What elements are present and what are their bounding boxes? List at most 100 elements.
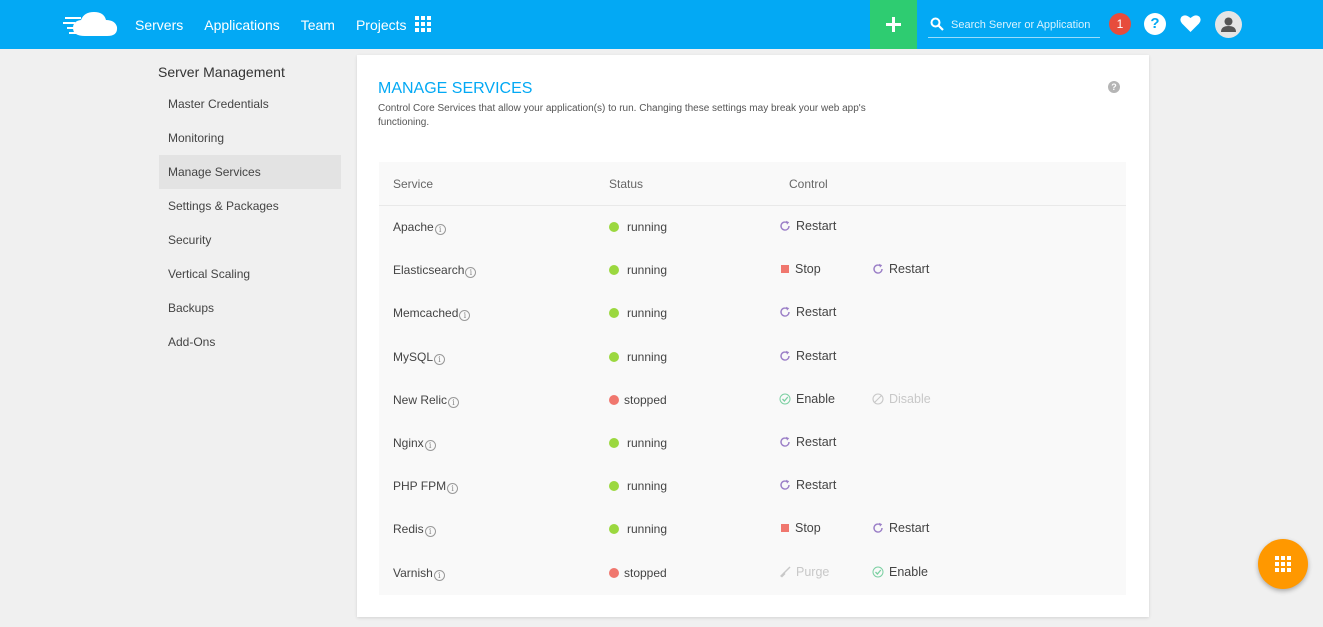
heart-icon[interactable] [1180, 14, 1201, 33]
info-icon[interactable]: i [434, 353, 446, 365]
table-body: Apache i running Restart Elasticsearch i runni… [379, 206, 1126, 595]
info-icon[interactable]: i [459, 310, 471, 322]
column-header-status: Status [609, 177, 644, 191]
plus-icon [886, 17, 901, 32]
service-status: stopped [609, 566, 667, 580]
status-running-dot-icon [609, 351, 619, 362]
notification-badge[interactable]: 1 [1109, 13, 1131, 35]
purge-icon [779, 566, 791, 578]
status-label: running [627, 349, 668, 364]
stop-button[interactable]: Stop [779, 521, 821, 535]
enable-button[interactable]: Enable [872, 565, 928, 579]
restart-button[interactable]: Restart [779, 305, 836, 319]
search-input[interactable] [951, 15, 1099, 35]
info-icon[interactable]: i [433, 569, 445, 581]
info-icon[interactable]: i [424, 526, 436, 538]
restart-icon [779, 350, 791, 362]
restart-label: Restart [796, 348, 837, 363]
service-row-redis: Redis i running Stop Restart [379, 508, 1126, 551]
nav-servers[interactable]: Servers [135, 17, 183, 33]
sidebar-item-master-credentials[interactable]: Master Credentials [159, 87, 341, 121]
avatar[interactable] [1215, 11, 1242, 38]
restart-button[interactable]: Restart [779, 478, 836, 492]
stop-label: Stop [795, 262, 821, 277]
status-running-dot-icon [609, 524, 619, 535]
enable-button[interactable]: Enable [779, 392, 835, 406]
sidebar-item-add-ons[interactable]: Add-Ons [159, 325, 341, 359]
sidebar-item-monitoring[interactable]: Monitoring [159, 121, 341, 155]
service-status: running [609, 263, 667, 277]
top-bar: Servers Applications Team Projects 1 ? [0, 0, 1323, 49]
restart-label: Restart [889, 262, 930, 277]
status-stopped-dot-icon [609, 394, 619, 405]
sidebar-title: Server Management [158, 64, 285, 80]
service-name-label: New Relic [393, 392, 448, 407]
stop-button[interactable]: Stop [779, 262, 821, 276]
status-running-dot-icon [609, 437, 619, 448]
sidebar-item-backups[interactable]: Backups [159, 291, 341, 325]
restart-button[interactable]: Restart [779, 435, 836, 449]
cloudways-logo-icon[interactable] [63, 10, 119, 38]
nav-applications[interactable]: Applications [204, 17, 280, 33]
status-running-dot-icon [609, 265, 619, 276]
service-row-memcached: Memcached i running Restart [379, 292, 1126, 335]
service-row-nginx: Nginx i running Restart [379, 422, 1126, 465]
sidebar-menu: Master Credentials Monitoring Manage Ser… [159, 87, 341, 359]
restart-button[interactable]: Restart [779, 219, 836, 233]
restart-label: Restart [796, 305, 837, 320]
page-description: Control Core Services that allow your ap… [378, 103, 866, 128]
restart-icon [872, 263, 884, 275]
sidebar-item-security[interactable]: Security [159, 223, 341, 257]
service-name: PHP FPM i [393, 479, 459, 495]
purge-label: Purge [796, 564, 830, 579]
nav-team[interactable]: Team [301, 17, 335, 33]
restart-label: Restart [796, 434, 837, 449]
sidebar-item-vertical-scaling[interactable]: Vertical Scaling [159, 257, 341, 291]
status-stopped-dot-icon [609, 567, 619, 578]
info-icon[interactable]: i [465, 267, 477, 279]
table-header: Service Status Control [379, 162, 1126, 206]
add-button[interactable] [870, 0, 917, 49]
service-row-varnish: Varnish i stopped Purge Enable [379, 552, 1126, 595]
status-label: stopped [624, 565, 667, 580]
info-icon[interactable]: i [448, 396, 460, 408]
service-name-label: Memcached [393, 306, 459, 321]
service-name: Redis i [393, 522, 436, 538]
service-name-label: Elasticsearch [393, 263, 465, 278]
restart-button[interactable]: Restart [872, 521, 929, 535]
restart-button[interactable]: Restart [779, 349, 836, 363]
status-running-dot-icon [609, 222, 619, 232]
info-icon[interactable]: i [434, 224, 446, 235]
service-status: running [609, 350, 667, 364]
enable-icon [779, 393, 791, 405]
help-icon[interactable]: ? [1108, 81, 1120, 93]
service-status: running [609, 522, 667, 536]
sidebar-item-settings-packages[interactable]: Settings & Packages [159, 189, 341, 223]
service-row-php-fpm: PHP FPM i running Restart [379, 465, 1126, 508]
status-running-dot-icon [609, 481, 619, 492]
stop-icon [781, 524, 789, 533]
service-name-label: MySQL [393, 349, 434, 364]
restart-label: Restart [796, 219, 837, 233]
restart-icon [872, 522, 884, 534]
info-icon[interactable]: i [424, 439, 436, 451]
enable-icon [872, 566, 884, 578]
restart-icon [779, 479, 791, 491]
floating-apps-button[interactable] [1258, 539, 1308, 589]
nav-projects[interactable]: Projects [356, 17, 407, 33]
restart-button[interactable]: Restart [872, 262, 929, 276]
sidebar-item-manage-services[interactable]: Manage Services [159, 155, 341, 189]
enable-label: Enable [889, 564, 928, 579]
service-name: Apache i [393, 220, 446, 235]
user-icon [1221, 17, 1236, 32]
info-icon[interactable]: i [447, 483, 459, 495]
status-label: running [627, 263, 668, 278]
service-status: running [609, 479, 667, 493]
status-label: stopped [624, 392, 667, 407]
service-status: stopped [609, 393, 667, 407]
search-icon [930, 17, 944, 31]
apps-grid-icon[interactable] [415, 16, 431, 32]
help-icon[interactable]: ? [1144, 13, 1166, 35]
purge-button: Purge [779, 565, 829, 579]
service-name-label: Apache [393, 220, 434, 234]
